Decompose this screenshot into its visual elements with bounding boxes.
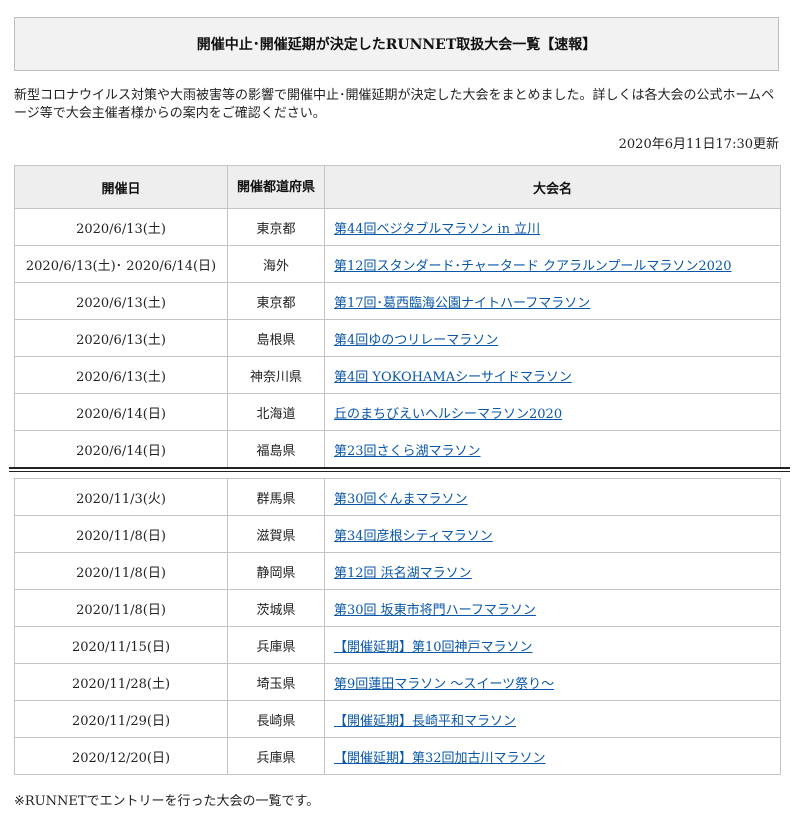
intro-text: 新型コロナウイルス対策や大雨被害等の影響で開催中止･開催延期が決定した大会をまと… [14, 88, 775, 121]
table-row: 2020/6/14(日) 福島県 第23回さくら湖マラソン [14, 430, 781, 468]
table-row: 2020/6/13(土) 神奈川県 第4回 YOKOHAMAシーサイドマラソン [14, 356, 781, 394]
events-table-bottom: 2020/11/3(火) 群馬県 第30回ぐんまマラソン 2020/11/8(日) 滋賀… [14, 478, 781, 775]
header-prefecture: 開催都道府県 [227, 165, 325, 209]
event-date: 2020/6/14(日) [14, 393, 228, 431]
event-link[interactable]: 第12回スタンダード･チャータード クアラルンプールマラソン2020 [334, 259, 731, 274]
event-link[interactable]: 第30回 坂東市将門ハーフマラソン [334, 603, 536, 618]
event-date: 2020/11/8(日) [14, 552, 228, 590]
event-name-cell: 第17回･葛西臨海公園ナイトハーフマラソン [324, 282, 781, 320]
event-prefecture: 茨城県 [227, 589, 325, 627]
event-date: 2020/11/15(日) [14, 626, 228, 664]
event-link[interactable]: 第4回ゆのつリレーマラソン [334, 333, 498, 348]
event-prefecture: 埼玉県 [227, 663, 325, 701]
table-row: 2020/11/29(日) 長崎県 【開催延期】長崎平和マラソン [14, 700, 781, 738]
event-date: 2020/6/13(土)･ 2020/6/14(日) [14, 245, 228, 283]
event-date: 2020/11/8(日) [14, 515, 228, 553]
table-row: 2020/11/8(日) 滋賀県 第34回彦根シティマラソン [14, 515, 781, 553]
event-date: 2020/6/13(土) [14, 282, 228, 320]
event-name-cell: 【開催延期】第10回神戸マラソン [324, 626, 781, 664]
event-prefecture: 海外 [227, 245, 325, 283]
event-prefecture: 神奈川県 [227, 356, 325, 394]
event-link[interactable]: 第9回蓮田マラソン ～スイーツ祭り～ [334, 677, 554, 692]
page-title-box: 開催中止･開催延期が決定したRUNNET取扱大会一覧【速報】 [14, 17, 779, 71]
event-date: 2020/6/13(土) [14, 208, 228, 246]
event-name-cell: 丘のまちびえいヘルシーマラソン2020 [324, 393, 781, 431]
event-link[interactable]: 第44回ベジタブルマラソン in 立川 [334, 222, 540, 237]
event-date: 2020/12/20(日) [14, 737, 228, 775]
events-table-top: 開催日 開催都道府県 大会名 2020/6/13(土) 東京都 第44回ベジタブルマ… [14, 165, 781, 468]
table-row: 2020/11/3(火) 群馬県 第30回ぐんまマラソン [14, 478, 781, 516]
event-prefecture: 東京都 [227, 208, 325, 246]
event-date: 2020/11/28(土) [14, 663, 228, 701]
table-row: 2020/11/28(土) 埼玉県 第9回蓮田マラソン ～スイーツ祭り～ [14, 663, 781, 701]
table-row: 2020/6/13(土)･ 2020/6/14(日) 海外 第12回スタンダード･チ… [14, 245, 781, 283]
table-row: 2020/11/8(日) 静岡県 第12回 浜名湖マラソン [14, 552, 781, 590]
event-name-cell: 第9回蓮田マラソン ～スイーツ祭り～ [324, 663, 781, 701]
event-name-cell: 第4回 YOKOHAMAシーサイドマラソン [324, 356, 781, 394]
event-prefecture: 滋賀県 [227, 515, 325, 553]
event-prefecture: 兵庫県 [227, 737, 325, 775]
table-row: 2020/6/13(土) 東京都 第44回ベジタブルマラソン in 立川 [14, 208, 781, 246]
section-divider [9, 467, 790, 472]
event-link[interactable]: 第30回ぐんまマラソン [334, 492, 468, 507]
event-prefecture: 福島県 [227, 430, 325, 468]
table-row: 2020/11/8(日) 茨城県 第30回 坂東市将門ハーフマラソン [14, 589, 781, 627]
event-prefecture: 兵庫県 [227, 626, 325, 664]
table-row: 2020/6/13(土) 島根県 第4回ゆのつリレーマラソン [14, 319, 781, 357]
table-row: 2020/6/14(日) 北海道 丘のまちびえいヘルシーマラソン2020 [14, 393, 781, 431]
event-date: 2020/6/13(土) [14, 356, 228, 394]
event-date: 2020/11/29(日) [14, 700, 228, 738]
event-name-cell: 第30回ぐんまマラソン [324, 478, 781, 516]
event-link[interactable]: 【開催延期】長崎平和マラソン [334, 714, 516, 729]
updated-timestamp: 2020年6月11日17:30更新 [618, 137, 779, 152]
event-date: 2020/6/13(土) [14, 319, 228, 357]
event-name-cell: 第4回ゆのつリレーマラソン [324, 319, 781, 357]
event-link[interactable]: 第12回 浜名湖マラソン [334, 566, 472, 581]
event-link[interactable]: 【開催延期】第32回加古川マラソン [334, 751, 546, 766]
event-prefecture: 静岡県 [227, 552, 325, 590]
event-link[interactable]: 【開催延期】第10回神戸マラソン [334, 640, 533, 655]
footnote: ※RUNNETでエントリーを行った大会の一覧です。 [14, 794, 320, 809]
event-name-cell: 第12回 浜名湖マラソン [324, 552, 781, 590]
table-row: 2020/11/15(日) 兵庫県 【開催延期】第10回神戸マラソン [14, 626, 781, 664]
event-link[interactable]: 第23回さくら湖マラソン [334, 444, 481, 459]
event-name-cell: 【開催延期】第32回加古川マラソン [324, 737, 781, 775]
event-name-cell: 第12回スタンダード･チャータード クアラルンプールマラソン2020 [324, 245, 781, 283]
event-link[interactable]: 第34回彦根シティマラソン [334, 529, 493, 544]
event-link[interactable]: 第17回･葛西臨海公園ナイトハーフマラソン [334, 296, 590, 311]
event-name-cell: 第34回彦根シティマラソン [324, 515, 781, 553]
event-prefecture: 島根県 [227, 319, 325, 357]
table-header-row: 開催日 開催都道府県 大会名 [14, 165, 781, 209]
event-name-cell: 第30回 坂東市将門ハーフマラソン [324, 589, 781, 627]
header-event-name: 大会名 [324, 165, 781, 209]
event-name-cell: 【開催延期】長崎平和マラソン [324, 700, 781, 738]
event-prefecture: 長崎県 [227, 700, 325, 738]
event-prefecture: 北海道 [227, 393, 325, 431]
event-prefecture: 東京都 [227, 282, 325, 320]
event-name-cell: 第44回ベジタブルマラソン in 立川 [324, 208, 781, 246]
event-date: 2020/11/8(日) [14, 589, 228, 627]
table-row: 2020/6/13(土) 東京都 第17回･葛西臨海公園ナイトハーフマラソン [14, 282, 781, 320]
page: 開催中止･開催延期が決定したRUNNET取扱大会一覧【速報】 新型コロナウイルス… [0, 0, 811, 831]
event-link[interactable]: 第4回 YOKOHAMAシーサイドマラソン [334, 370, 572, 385]
event-prefecture: 群馬県 [227, 478, 325, 516]
event-name-cell: 第23回さくら湖マラソン [324, 430, 781, 468]
table-row: 2020/12/20(日) 兵庫県 【開催延期】第32回加古川マラソン [14, 737, 781, 775]
event-date: 2020/6/14(日) [14, 430, 228, 468]
page-title: 開催中止･開催延期が決定したRUNNET取扱大会一覧【速報】 [196, 37, 597, 53]
event-link[interactable]: 丘のまちびえいヘルシーマラソン2020 [334, 407, 562, 422]
header-date: 開催日 [14, 165, 228, 209]
event-date: 2020/11/3(火) [14, 478, 228, 516]
